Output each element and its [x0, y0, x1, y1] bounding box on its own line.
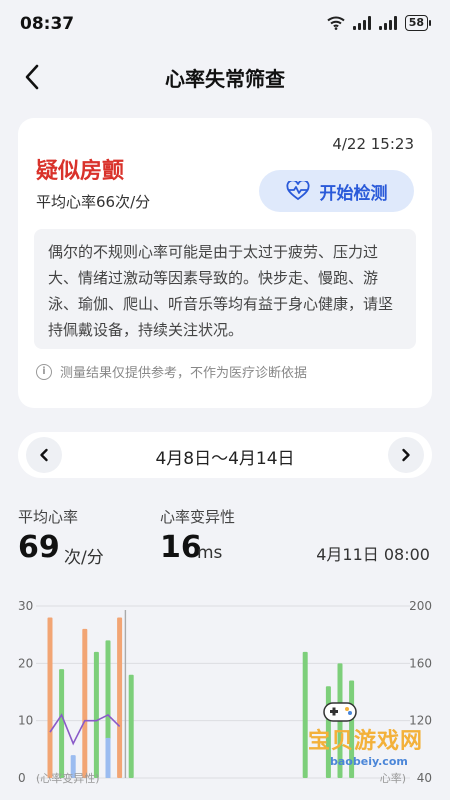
bar-green	[128, 674, 134, 778]
header: 心率失常筛查	[0, 55, 450, 99]
left-axis-tick: 10	[18, 714, 33, 728]
result-card: 4/22 15:23 疑似房颤 平均心率66次/分 开始检测 偶尔的不规则心率可…	[18, 118, 432, 408]
avg-hr-unit: 次/分	[64, 548, 104, 568]
date-range-selector: 4月8日～4月14日	[18, 432, 432, 478]
chevron-right-icon	[402, 448, 410, 462]
status-bar: 08:37 58	[0, 0, 450, 50]
status-time: 08:37	[20, 14, 75, 34]
wifi-icon	[327, 16, 345, 30]
avg-heart-rate-text: 平均心率66次/分	[36, 193, 151, 211]
result-title: 疑似房颤	[36, 159, 125, 184]
status-icons: 58	[327, 15, 432, 31]
avg-hr-value: 69	[18, 530, 60, 565]
watermark-text: 宝贝游戏网	[308, 729, 424, 754]
hrv-unit: ms	[197, 543, 223, 563]
right-axis-tick: 200	[409, 599, 432, 613]
left-axis-tick: 20	[18, 656, 33, 670]
bar-green	[93, 651, 99, 778]
battery-level: 58	[408, 16, 424, 29]
watermark-logo: 宝贝游戏网 baobeiy.com	[272, 702, 442, 785]
signal-icon-2	[378, 16, 397, 30]
right-axis-tick: 160	[409, 656, 432, 670]
battery-icon: 58	[404, 15, 432, 31]
disclaimer-text: 测量结果仅提供参考，不作为医疗诊断依据	[60, 366, 308, 381]
heart-pulse-icon	[285, 181, 310, 201]
hrv-label: 心率变异性	[160, 508, 236, 526]
signal-icon	[352, 16, 371, 30]
bar-orange	[117, 617, 123, 778]
result-timestamp: 4/22 15:23	[332, 135, 414, 153]
disclaimer: i 测量结果仅提供参考，不作为医疗诊断依据	[36, 362, 307, 381]
avg-hr-label: 平均心率	[18, 508, 79, 526]
selected-time: 4月11日 08:00	[316, 545, 430, 564]
bar-orange	[82, 628, 88, 778]
left-axis-tick: 0	[18, 771, 26, 785]
left-axis-tick: 30	[18, 599, 33, 613]
advice-box: 偶尔的不规则心率可能是由于太过于疲劳、压力过大、情绪过激动等因素导致的。快步走、…	[34, 229, 416, 349]
left-axis-label: (心率变异性)	[36, 771, 100, 785]
watermark-url: baobeiy.com	[330, 755, 408, 768]
date-range-label: 4月8日～4月14日	[155, 449, 295, 469]
bar-green	[59, 669, 65, 778]
start-detection-button[interactable]: 开始检测	[259, 170, 414, 212]
start-detection-label: 开始检测	[319, 183, 388, 204]
bar-blue	[105, 737, 111, 778]
next-week-button[interactable]	[388, 437, 424, 473]
bar-orange	[47, 617, 53, 778]
hrv-value: 16	[160, 530, 202, 565]
info-icon: i	[36, 363, 52, 380]
page-title: 心率失常筛查	[165, 67, 285, 91]
